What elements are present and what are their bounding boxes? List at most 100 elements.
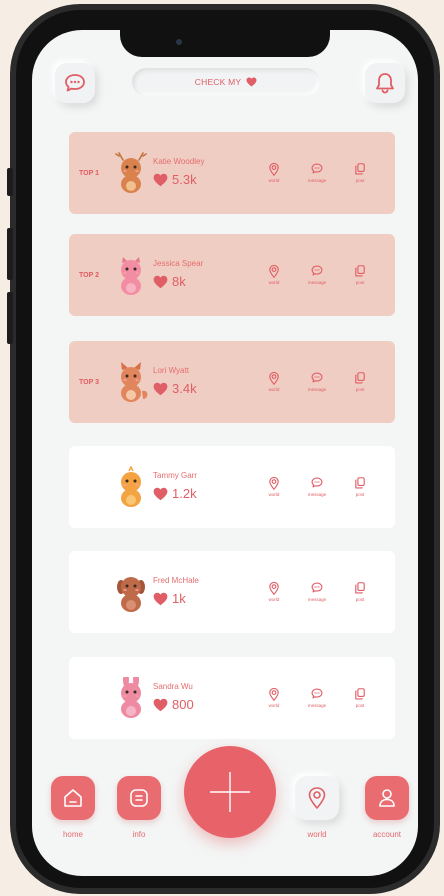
fox-avatar <box>121 362 148 402</box>
likes-value: 5.3k <box>172 172 197 187</box>
bunny-avatar <box>121 677 141 718</box>
ranking-card[interactable]: TOP 3 Lori Wyatt 3.4k world message post <box>69 341 395 423</box>
copy-post-icon <box>355 265 365 277</box>
post-action-label: post <box>355 178 365 183</box>
world-action-label: world <box>268 178 280 183</box>
post-action[interactable]: post <box>345 476 375 497</box>
ranking-card[interactable]: Sandra Wu 800 world message post <box>69 657 395 739</box>
user-name: Fred McHale <box>153 576 199 585</box>
message-action[interactable]: message <box>302 371 332 392</box>
post-action[interactable]: post <box>345 687 375 708</box>
nav-home-label: home <box>62 830 83 839</box>
check-my-likes-button[interactable]: CHECK MY <box>132 68 320 96</box>
location-pin-icon <box>269 581 279 595</box>
likes-count: 1k <box>153 591 186 606</box>
heart-icon <box>153 487 168 500</box>
user-name: Lori Wyatt <box>153 366 189 375</box>
world-action[interactable]: world <box>259 264 289 285</box>
phone-side-button <box>7 168 13 196</box>
heart-icon <box>153 698 168 711</box>
world-action[interactable]: world <box>259 162 289 183</box>
copy-post-icon <box>355 688 365 700</box>
message-icon <box>311 265 323 276</box>
chat-icon <box>65 74 85 92</box>
copy-post-icon <box>355 477 365 489</box>
ranking-card[interactable]: TOP 1 Katie Woodley 5.3k world message p… <box>69 132 395 214</box>
location-pin-icon <box>269 162 279 176</box>
home-icon <box>64 789 82 807</box>
nav-account-label: account <box>372 830 402 839</box>
post-action[interactable]: post <box>345 371 375 392</box>
copy-post-icon <box>355 372 365 384</box>
message-icon <box>311 163 323 174</box>
user-name: Katie Woodley <box>153 157 205 166</box>
rank-badge: TOP 2 <box>79 272 99 279</box>
add-button[interactable] <box>184 746 276 838</box>
message-icon <box>311 372 323 383</box>
message-action-label: message <box>307 703 327 708</box>
ranking-card[interactable]: Fred McHale 1k world message post <box>69 551 395 633</box>
location-pin-icon <box>308 787 326 809</box>
phone-side-button <box>7 292 13 344</box>
heart-icon <box>153 592 168 605</box>
chick-avatar <box>121 466 141 507</box>
likes-value: 8k <box>172 274 186 289</box>
heart-icon <box>153 275 168 288</box>
post-action[interactable]: post <box>345 162 375 183</box>
ranking-card[interactable]: Tammy Garr 1.2k world message post <box>69 446 395 528</box>
nav-info-button[interactable] <box>117 776 161 820</box>
post-action[interactable]: post <box>345 264 375 285</box>
message-action[interactable]: message <box>302 581 332 602</box>
notification-button[interactable] <box>365 63 405 103</box>
message-action[interactable]: message <box>302 264 332 285</box>
world-action-label: world <box>268 280 280 285</box>
message-icon <box>311 477 323 488</box>
heart-icon <box>153 382 168 395</box>
notch <box>120 30 330 57</box>
nav-world-button[interactable] <box>295 776 339 820</box>
world-action[interactable]: world <box>259 476 289 497</box>
post-action[interactable]: post <box>345 581 375 602</box>
chat-button[interactable] <box>55 63 95 103</box>
user-name: Sandra Wu <box>153 682 193 691</box>
message-action[interactable]: message <box>302 687 332 708</box>
post-action-label: post <box>355 492 365 497</box>
nav-home-button[interactable] <box>51 776 95 820</box>
world-action-label: world <box>268 597 280 602</box>
location-pin-icon <box>269 687 279 701</box>
message-icon <box>311 688 323 699</box>
world-action-label: world <box>268 492 280 497</box>
message-action-label: message <box>307 178 327 183</box>
info-icon <box>130 789 148 807</box>
likes-value: 800 <box>172 697 194 712</box>
puppy-avatar <box>117 577 145 612</box>
nav-account-button[interactable] <box>365 776 409 820</box>
location-pin-icon <box>269 264 279 278</box>
likes-count: 3.4k <box>153 381 197 396</box>
post-action-label: post <box>355 387 365 392</box>
world-action[interactable]: world <box>259 581 289 602</box>
post-action-label: post <box>355 280 365 285</box>
message-action[interactable]: message <box>302 476 332 497</box>
rank-badge: TOP 1 <box>79 170 99 177</box>
likes-value: 3.4k <box>172 381 197 396</box>
likes-value: 1.2k <box>172 486 197 501</box>
user-name: Tammy Garr <box>153 471 197 480</box>
message-action-label: message <box>307 597 327 602</box>
post-action-label: post <box>355 597 365 602</box>
ranking-card[interactable]: TOP 2 Jessica Spear 8k world message pos… <box>69 234 395 316</box>
post-action-label: post <box>355 703 365 708</box>
camera-icon <box>176 39 182 45</box>
nav-info-label: info <box>132 830 146 839</box>
message-action-label: message <box>307 280 327 285</box>
rank-badge: TOP 3 <box>79 379 99 386</box>
message-icon <box>311 582 323 593</box>
world-action[interactable]: world <box>259 687 289 708</box>
world-action[interactable]: world <box>259 371 289 392</box>
app-screen: CHECK MY TOP 1 Katie Woodley 5.3k world <box>32 30 418 876</box>
likes-value: 1k <box>172 591 186 606</box>
message-action-label: message <box>307 492 327 497</box>
message-action[interactable]: message <box>302 162 332 183</box>
account-icon <box>379 789 395 807</box>
likes-count: 1.2k <box>153 486 197 501</box>
